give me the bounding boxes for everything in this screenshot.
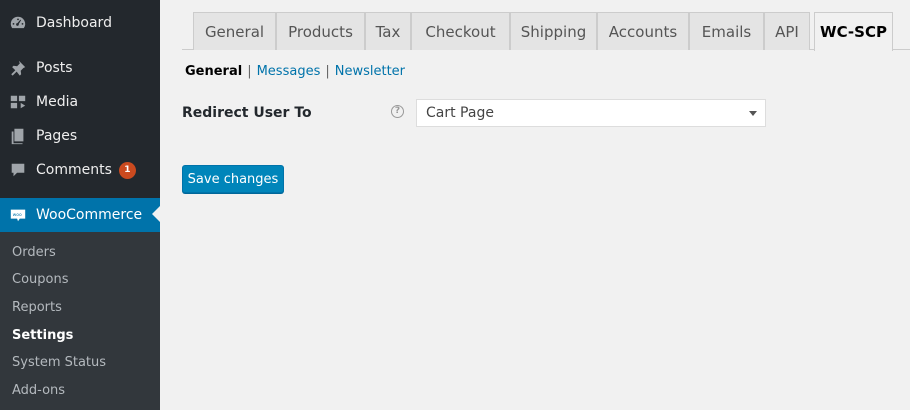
subnav-separator: | <box>325 64 330 79</box>
menu-woocommerce[interactable]: woo WooCommerce <box>0 198 160 232</box>
comment-count-badge: 1 <box>118 161 136 179</box>
pin-icon <box>8 58 28 78</box>
subnav-messages[interactable]: Messages <box>257 64 321 79</box>
dashboard-icon <box>8 13 28 33</box>
tab-api[interactable]: API <box>764 12 810 50</box>
help-tip-icon[interactable]: ? <box>391 105 404 118</box>
menu-comments[interactable]: Comments 1 <box>0 153 160 187</box>
redirect-user-label: Redirect User To <box>182 105 312 121</box>
submenu-reports[interactable]: Reports <box>12 300 62 315</box>
tab-emails[interactable]: Emails <box>689 12 764 50</box>
media-icon <box>8 92 28 112</box>
menu-dashboard[interactable]: Dashboard <box>0 6 160 40</box>
settings-tabs: General Products Tax Checkout Shipping A… <box>182 0 910 51</box>
menu-dashboard-label: Dashboard <box>36 15 112 31</box>
menu-posts[interactable]: Posts <box>0 51 160 85</box>
redirect-user-select[interactable]: Cart Page <box>416 99 766 127</box>
svg-text:woo: woo <box>13 213 22 218</box>
woocommerce-submenu: Orders Coupons Reports Settings System S… <box>0 232 160 410</box>
pages-icon <box>8 126 28 146</box>
subnav-newsletter[interactable]: Newsletter <box>335 64 405 79</box>
tab-products[interactable]: Products <box>276 12 365 50</box>
tab-shipping[interactable]: Shipping <box>510 12 597 50</box>
menu-pages-label: Pages <box>36 128 78 144</box>
submenu-add-ons[interactable]: Add-ons <box>12 383 65 398</box>
subnav-separator: | <box>247 64 252 79</box>
woo-icon: woo <box>8 205 28 225</box>
menu-media[interactable]: Media <box>0 85 160 119</box>
submenu-settings[interactable]: Settings <box>12 328 73 343</box>
menu-posts-label: Posts <box>36 60 73 76</box>
tab-checkout[interactable]: Checkout <box>411 12 510 50</box>
menu-comments-label: Comments <box>36 162 112 178</box>
chevron-down-icon <box>749 111 757 116</box>
tab-general[interactable]: General <box>193 12 276 50</box>
menu-woocommerce-label: WooCommerce <box>36 207 143 223</box>
redirect-user-value: Cart Page <box>426 105 494 121</box>
comment-icon <box>8 160 28 180</box>
save-changes-button[interactable]: Save changes <box>182 165 284 193</box>
menu-media-label: Media <box>36 94 79 110</box>
admin-sidebar: Dashboard Posts Media Pages Comments 1 w… <box>0 0 160 410</box>
tab-accounts[interactable]: Accounts <box>597 12 689 50</box>
submenu-coupons[interactable]: Coupons <box>12 272 69 287</box>
tab-wc-scp[interactable]: WC-SCP <box>814 12 893 51</box>
tab-tax[interactable]: Tax <box>365 12 411 50</box>
section-subnav: General | Messages | Newsletter <box>185 64 405 79</box>
menu-pages[interactable]: Pages <box>0 119 160 153</box>
submenu-system-status[interactable]: System Status <box>12 355 106 370</box>
subnav-general[interactable]: General <box>185 64 242 79</box>
submenu-orders[interactable]: Orders <box>12 245 56 260</box>
